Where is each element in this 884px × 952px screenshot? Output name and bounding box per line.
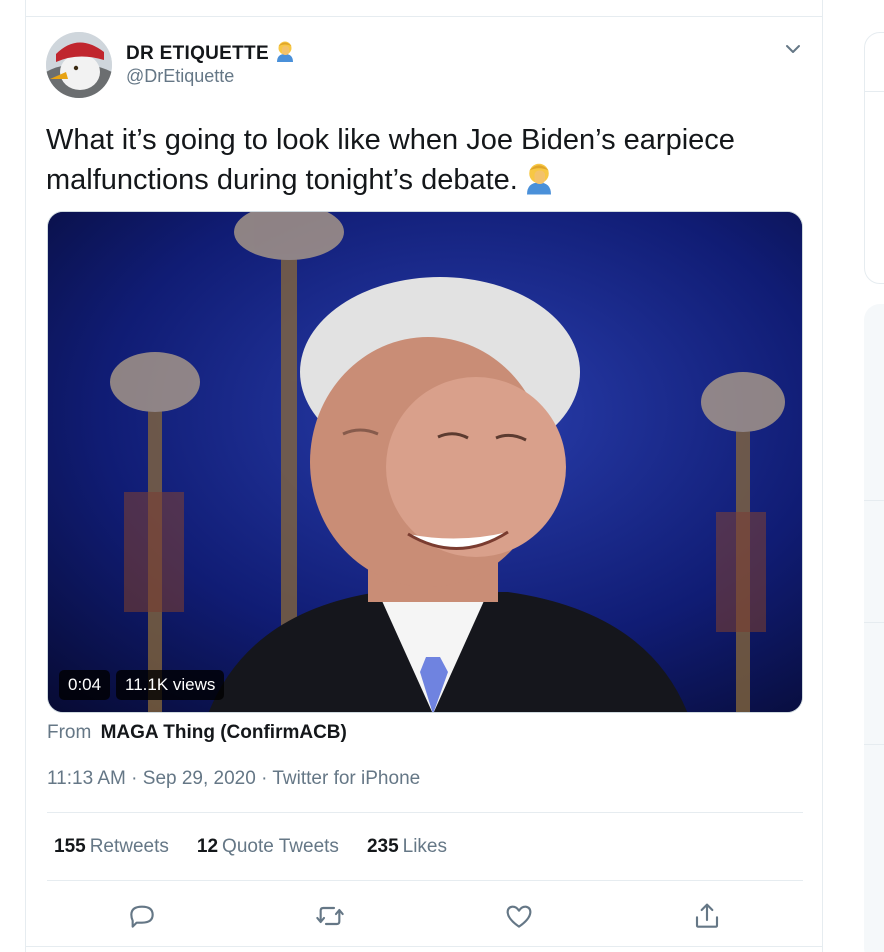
chevron-down-icon[interactable] <box>782 38 804 60</box>
tweet-client[interactable]: Twitter for iPhone <box>272 768 420 789</box>
source-attribution: From MAGA Thing (ConfirmACB) <box>47 722 347 744</box>
source-label: From <box>47 722 92 743</box>
source-account-link[interactable]: MAGA Thing (ConfirmACB) <box>101 722 347 743</box>
retweets-count: 155 <box>54 836 86 857</box>
tweet-date[interactable]: Sep 29, 2020 <box>143 768 256 789</box>
tweet-time[interactable]: 11:13 AM <box>47 768 126 789</box>
sidebar-card-top <box>864 32 884 284</box>
meta-separator: · <box>261 768 268 789</box>
likes-stat[interactable]: 235 Likes <box>367 836 447 858</box>
tweet-text: What it’s going to look like when Joe Bi… <box>46 120 806 206</box>
tweet-stats: 155 Retweets 12 Quote Tweets 235 Likes <box>54 836 447 858</box>
man-facepalming-emoji <box>275 40 295 68</box>
display-name[interactable]: DR ETIQUETTE <box>126 40 295 68</box>
top-divider <box>26 16 822 17</box>
display-name-text: DR ETIQUETTE <box>126 43 269 65</box>
man-facepalming-emoji <box>524 161 554 206</box>
bottom-divider <box>26 946 822 947</box>
likes-count: 235 <box>366 836 399 857</box>
sidebar-card-bottom <box>864 304 884 952</box>
meta-separator: · <box>131 768 138 789</box>
retweet-icon[interactable] <box>314 900 346 932</box>
tweet-card: DR ETIQUETTE @DrEtiquette What it’s goin… <box>25 0 823 952</box>
like-icon[interactable] <box>503 900 535 932</box>
reply-icon[interactable] <box>126 900 158 932</box>
likes-label: Likes <box>402 836 447 857</box>
quotes-label: Quote Tweets <box>222 836 339 857</box>
tweet-meta: 11:13 AM · Sep 29, 2020 · Twitter for iP… <box>47 768 420 790</box>
quote-tweets-stat[interactable]: 12 Quote Tweets <box>197 836 339 858</box>
retweets-stat[interactable]: 155 Retweets <box>54 836 169 858</box>
tweet-text-body: What it’s going to look like when Joe Bi… <box>46 124 735 196</box>
divider <box>47 880 803 881</box>
video-player[interactable]: 0:04 11.1K views <box>47 211 803 713</box>
handle[interactable]: @DrEtiquette <box>126 66 234 87</box>
avatar[interactable] <box>46 32 112 98</box>
video-duration-badge: 0:04 <box>59 670 111 700</box>
quotes-count: 12 <box>196 836 219 857</box>
retweets-label: Retweets <box>89 836 169 857</box>
divider <box>47 812 803 813</box>
tweet-actions <box>26 896 824 936</box>
video-views-badge: 11.1K views <box>116 670 225 700</box>
share-icon[interactable] <box>691 900 723 932</box>
